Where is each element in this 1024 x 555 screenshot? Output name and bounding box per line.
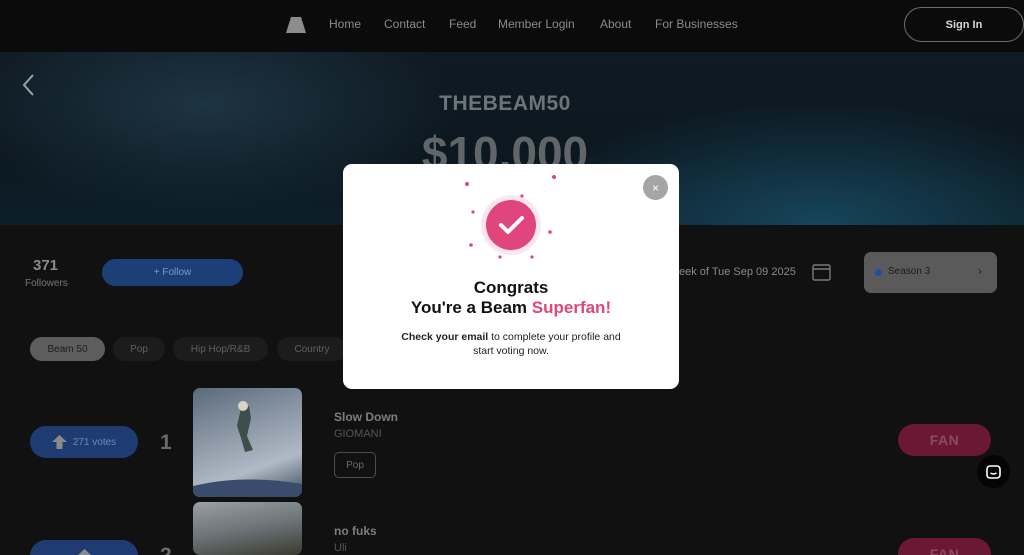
modal-body-bold: Check your email (401, 331, 489, 343)
close-button[interactable]: × (643, 175, 668, 200)
modal-title-line2: You're a Beam Superfan! (343, 298, 679, 318)
modal-body-rest-1: to complete your profile and (488, 331, 621, 343)
modal-body-rest-2: start voting now. (473, 345, 549, 357)
modal-body: Check your email to complete your profil… (383, 330, 639, 358)
success-check-icon (476, 189, 544, 257)
modal-title-line1: Congrats (473, 278, 549, 297)
modal-title-prefix: You're a Beam (410, 298, 532, 317)
superfan-modal: × Congrats You're a Beam Superfan! Check… (343, 164, 679, 389)
modal-title-accent: Superfan! (531, 298, 612, 317)
